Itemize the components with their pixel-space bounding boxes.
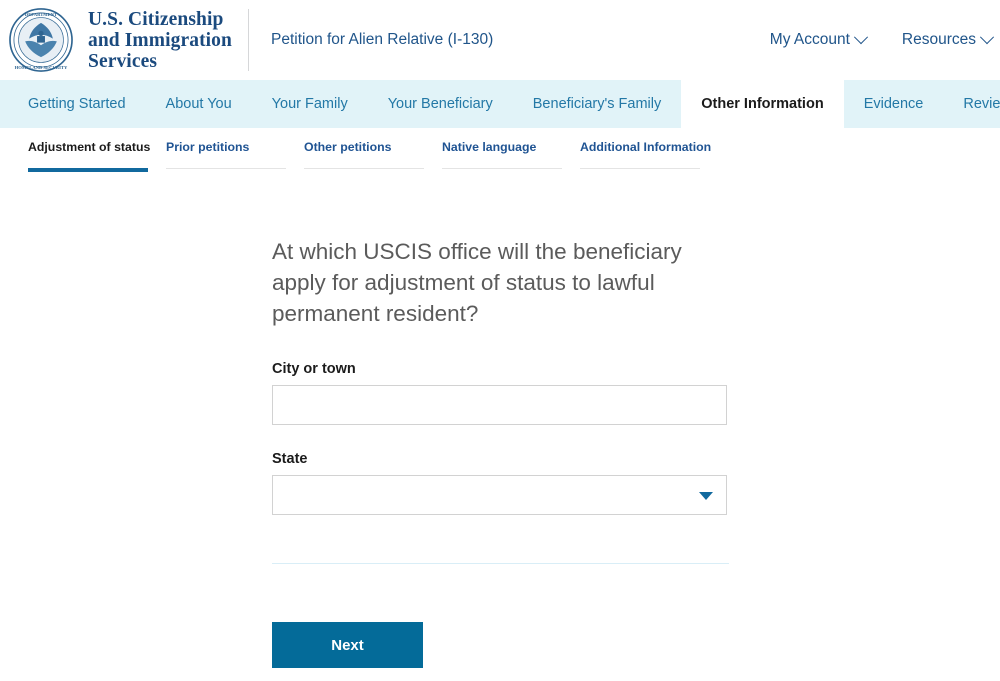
svg-text:DEPARTMENT: DEPARTMENT [25,12,57,17]
resources-menu[interactable]: Resources [901,30,995,49]
subnav-label: Native language [442,140,537,154]
header-divider [247,9,249,71]
state-select[interactable] [272,475,727,515]
main-content: At which USCIS office will the beneficia… [0,172,1000,668]
form-title: Petition for Alien Relative (I-130) [270,31,494,48]
subnav-underline [28,168,148,172]
tab-your-beneficiary[interactable]: Your Beneficiary [368,80,513,128]
subnav-label: Prior petitions [166,140,250,154]
agency-name: U.S. Citizenship and Immigration Service… [88,9,232,72]
chevron-down-icon [979,30,995,45]
agency-name-line1: U.S. Citizenship [88,8,224,30]
tab-other-information[interactable]: Other Information [681,80,844,128]
my-account-label: My Account [769,31,850,48]
next-button[interactable]: Next [272,622,423,668]
sub-nav: Adjustment of status Prior petitions Oth… [0,128,1000,172]
dhs-seal-icon: DEPARTMENT HOMELAND SECURITY [9,8,73,72]
subnav-underline [166,168,286,169]
subnav-item-prior-petitions[interactable]: Prior petitions [166,140,286,172]
subnav-item-adjustment-of-status[interactable]: Adjustment of status [28,140,151,172]
subnav-item-additional-information[interactable]: Additional Information [580,140,712,172]
tab-getting-started[interactable]: Getting Started [8,80,146,128]
tab-evidence[interactable]: Evidence [844,80,944,128]
state-select-wrapper [272,475,727,515]
subnav-label: Other petitions [304,140,392,154]
subnav-label: Additional Information [580,140,712,154]
site-header: DEPARTMENT HOMELAND SECURITY U.S. Citize… [0,0,1000,80]
subnav-underline [442,168,562,169]
chevron-down-icon [853,30,868,45]
svg-text:HOMELAND SECURITY: HOMELAND SECURITY [15,65,68,70]
page-question: At which USCIS office will the beneficia… [272,239,682,326]
primary-nav: Getting Started About You Your Family Yo… [0,80,1000,128]
subnav-label: Adjustment of status [28,140,151,154]
city-label: City or town [272,361,356,377]
my-account-menu[interactable]: My Account [769,30,868,49]
agency-name-line3: Services [88,50,158,72]
tab-review-and-submit[interactable]: Review and Submit [943,80,1000,128]
section-divider [272,563,729,564]
state-label: State [272,451,308,467]
subnav-item-other-petitions[interactable]: Other petitions [304,140,424,172]
agency-name-line2: and Immigration [88,29,232,51]
state-field-group: State [272,451,1000,515]
city-field-group: City or town [272,361,1000,425]
brand-lockup[interactable]: DEPARTMENT HOMELAND SECURITY U.S. Citize… [0,0,232,80]
header-utility-nav: My Account Resources [769,30,1000,49]
subnav-item-native-language[interactable]: Native language [442,140,562,172]
subnav-underline [304,168,424,169]
city-or-town-input[interactable] [272,385,727,425]
tab-your-family[interactable]: Your Family [252,80,368,128]
tab-about-you[interactable]: About You [146,80,252,128]
subnav-underline [580,168,700,169]
resources-label: Resources [901,31,976,48]
tab-beneficiarys-family[interactable]: Beneficiary's Family [513,80,681,128]
